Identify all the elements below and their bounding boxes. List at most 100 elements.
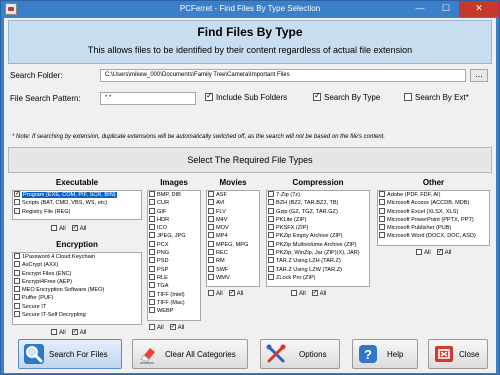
other-list-item[interactable]: Adobe (PDF, FDF, AI) — [378, 191, 489, 199]
encryption-list-item[interactable]: Secure IT-Self Decrypting — [13, 311, 141, 319]
compression-list-item[interactable]: ZLock Pro (ZIP) — [267, 273, 369, 282]
other-all-checkbox[interactable] — [436, 247, 443, 257]
checkbox-mark[interactable] — [379, 224, 385, 231]
images-all-checkbox[interactable] — [169, 322, 176, 332]
movies-none-checkbox[interactable] — [208, 290, 214, 296]
images-list-item[interactable]: JPEG, JPG — [148, 232, 200, 240]
images-list-item[interactable]: WEBP — [148, 307, 200, 315]
encryption-list-item[interactable]: Puffer (PUF) — [13, 294, 141, 302]
checkbox-mark[interactable] — [149, 249, 155, 256]
compression-list-item[interactable]: PKLite (ZIP) — [267, 215, 369, 224]
checkbox-mark[interactable] — [14, 302, 20, 309]
encryption-all-checkbox[interactable] — [71, 327, 78, 337]
executable-list-item[interactable]: Program (EXE, COM, PIF, SCR, BIN) — [13, 191, 141, 199]
checkbox-mark[interactable] — [379, 199, 385, 206]
movies-list-item[interactable]: REC — [207, 249, 259, 257]
images-list-item[interactable]: PSD — [148, 257, 200, 265]
checkbox-mark[interactable] — [208, 273, 214, 280]
checkbox-mark[interactable] — [208, 240, 214, 247]
movies-list-item[interactable]: FLV — [207, 207, 259, 216]
encryption-list-item[interactable]: Secure IT — [13, 302, 141, 311]
checkbox-mark[interactable] — [208, 199, 214, 206]
checkbox-mark[interactable] — [268, 207, 274, 214]
checkbox-mark[interactable] — [149, 307, 155, 314]
checkbox-mark[interactable] — [208, 215, 214, 222]
checkbox-mark[interactable] — [149, 199, 155, 206]
movies-list-item[interactable]: RM — [207, 257, 259, 265]
images-list-item[interactable]: PNG — [148, 249, 200, 257]
file-pattern-input[interactable]: *.* — [100, 92, 196, 105]
images-list-item[interactable]: TGA — [148, 282, 200, 290]
checkbox-mark[interactable] — [268, 191, 274, 197]
checkbox-mark[interactable] — [208, 232, 214, 239]
compression-list-item[interactable]: TAR.Z Using LZH (TAR.Z) — [267, 257, 369, 265]
clear-all-categories-button[interactable]: Clear All Categories — [132, 339, 248, 369]
other-none-checkbox[interactable] — [416, 249, 422, 255]
close-button[interactable]: Close — [428, 339, 488, 369]
include-subfolders-checkbox[interactable]: Include Sub Folders — [205, 91, 287, 102]
checkbox-mark[interactable] — [149, 298, 155, 305]
checkbox-mark[interactable] — [268, 273, 274, 280]
checkbox-mark[interactable] — [149, 240, 155, 247]
movies-all-checkbox[interactable] — [228, 288, 235, 298]
encryption-list-item[interactable]: 1Password 4 Cloud Keychain — [13, 253, 141, 261]
close-window-button[interactable]: ✕ — [459, 1, 499, 17]
checkbox-mark[interactable] — [208, 224, 214, 231]
executable-all-checkbox[interactable] — [71, 223, 78, 233]
checkbox-mark[interactable] — [149, 232, 155, 239]
checkbox-mark[interactable] — [208, 265, 214, 272]
checkbox-mark[interactable] — [14, 277, 20, 284]
movies-list-item[interactable]: MPEG, MPG — [207, 240, 259, 249]
checkbox-mark[interactable] — [14, 253, 20, 259]
checkbox-mark[interactable] — [208, 257, 214, 264]
encryption-list-item[interactable]: MEO Encryption Software (MEO) — [13, 286, 141, 294]
compression-none-checkbox[interactable] — [291, 290, 297, 296]
checkbox-mark[interactable] — [149, 207, 155, 214]
images-list-item[interactable]: RLE — [148, 273, 200, 282]
checkbox-mark[interactable] — [268, 265, 274, 272]
checkbox-mark[interactable] — [268, 249, 274, 256]
checkbox-mark[interactable] — [379, 215, 385, 222]
other-list-item[interactable]: Microsoft Excel (XLSX, XLS) — [378, 207, 489, 216]
search-by-ext-checkbox[interactable]: Search By Ext* — [404, 93, 469, 102]
checkbox-mark[interactable] — [268, 224, 274, 231]
images-list-item[interactable]: TIFF (Intel) — [148, 290, 200, 299]
other-list-item[interactable]: Microsoft Word (DOCX, DOC, ASD) — [378, 232, 489, 240]
checkbox-mark[interactable] — [268, 199, 274, 206]
compression-all-checkbox[interactable] — [311, 288, 318, 298]
images-none-checkbox[interactable] — [149, 324, 155, 330]
checkbox-mark[interactable] — [149, 282, 155, 289]
images-list-item[interactable]: GIF — [148, 207, 200, 216]
images-list-item[interactable]: CUR — [148, 199, 200, 207]
encryption-list-item[interactable]: AxCrypt (AXX) — [13, 261, 141, 269]
movies-list-item[interactable]: M4V — [207, 215, 259, 224]
movies-list-item[interactable]: MP4 — [207, 232, 259, 240]
compression-list-item[interactable]: PKZip, WinZip, Jar (ZIP)(X), JAR) — [267, 249, 369, 257]
options-button[interactable]: Options — [260, 339, 340, 369]
checkbox-mark[interactable] — [14, 311, 20, 318]
browse-folder-button[interactable]: ... — [470, 69, 488, 82]
help-button[interactable]: ? Help — [352, 339, 418, 369]
checkbox-mark[interactable] — [14, 269, 20, 276]
images-list-item[interactable]: TIFF (Mac) — [148, 298, 200, 307]
search-folder-input[interactable]: C:\Users\mikew_000\Documents\Family Tree… — [100, 69, 466, 82]
movies-list-item[interactable]: WMV — [207, 273, 259, 282]
other-list-item[interactable]: Microsoft Access (ACCDB, MDB) — [378, 199, 489, 207]
encryption-none-checkbox[interactable] — [51, 329, 57, 335]
executable-none-checkbox[interactable] — [51, 225, 57, 231]
checkbox-mark[interactable] — [14, 199, 20, 206]
compression-list-item[interactable]: Gzip (GZ, TGZ, TAR.GZ) — [267, 207, 369, 216]
movies-list-item[interactable]: MOV — [207, 224, 259, 232]
compression-list-item[interactable]: PKZip Multivolume Archive (ZIP) — [267, 240, 369, 249]
movies-list-item[interactable]: ASF — [207, 191, 259, 199]
checkbox-mark[interactable] — [14, 286, 20, 293]
checkbox-mark[interactable] — [379, 191, 385, 197]
checkbox-mark[interactable] — [149, 265, 155, 272]
other-list-item[interactable]: Microsoft Publisher (PUB) — [378, 224, 489, 232]
checkbox-mark[interactable] — [149, 191, 155, 197]
compression-list-item[interactable]: PKZip Empty Archive (ZIP) — [267, 232, 369, 240]
checkbox-mark[interactable] — [268, 240, 274, 247]
compression-list-item[interactable]: PKSFX (ZIP) — [267, 224, 369, 232]
encryption-list-item[interactable]: Encrypt Files (ENC) — [13, 269, 141, 278]
maximize-button[interactable]: ☐ — [433, 1, 459, 17]
